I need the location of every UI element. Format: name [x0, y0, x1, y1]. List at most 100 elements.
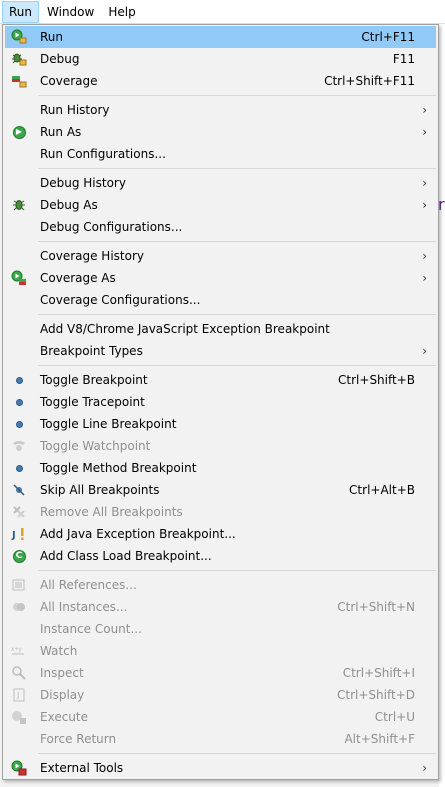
svg-text:x+y: x+y: [11, 646, 22, 653]
menu-item-external-tools[interactable]: External Tools ›: [3, 757, 438, 779]
menu-item-label: Debug: [40, 52, 80, 66]
menu-item-shortcut: Ctrl+F11: [361, 30, 415, 44]
remove-all-icon: [11, 504, 27, 520]
menu-item-add-v8-exception-breakpoint[interactable]: Add V8/Chrome JavaScript Exception Break…: [3, 318, 438, 340]
breakpoint-icon: [11, 372, 27, 388]
run-menu-dropdown: Run Ctrl+F11 Debug F11 Coverage Ctrl+Shi…: [2, 24, 439, 780]
menu-item-label: Execute: [40, 710, 88, 724]
menu-item-label: Toggle Breakpoint: [40, 373, 148, 387]
menu-item-label: Run: [40, 30, 64, 44]
menu-item-shortcut: Alt+Shift+F: [344, 732, 415, 746]
menu-item-label: Display: [40, 688, 85, 702]
menu-item-add-java-exception-breakpoint[interactable]: J Add Java Exception Breakpoint...: [3, 523, 438, 545]
menu-item-label: Instance Count...: [40, 622, 142, 636]
tracepoint-icon: [11, 394, 27, 410]
menu-item-toggle-method-breakpoint[interactable]: Toggle Method Breakpoint: [3, 457, 438, 479]
menu-item-label: Toggle Tracepoint: [40, 395, 145, 409]
menu-item-label: Force Return: [40, 732, 117, 746]
coverage-icon: [11, 73, 27, 89]
inspect-icon: [11, 665, 27, 681]
menu-item-label: Inspect: [40, 666, 84, 680]
execute-icon: [11, 709, 27, 725]
external-tools-icon: [11, 760, 27, 776]
menu-item-watch: x+y Watch: [3, 640, 438, 662]
menu-item-shortcut: Ctrl+U: [374, 710, 415, 724]
menu-item-toggle-line-breakpoint[interactable]: Toggle Line Breakpoint: [3, 413, 438, 435]
menu-item-label: Debug History: [40, 176, 126, 190]
menu-item-shortcut: Ctrl+Shift+F11: [324, 74, 415, 88]
menu-item-label: Remove All Breakpoints: [40, 505, 183, 519]
line-breakpoint-icon: [11, 416, 27, 432]
menu-separator: [3, 567, 438, 574]
menu-item-run-configurations[interactable]: Run Configurations...: [3, 143, 438, 165]
menu-item-label: External Tools: [40, 761, 124, 775]
menu-item-label: Watch: [40, 644, 78, 658]
menu-item-run-as[interactable]: ▶ Run As ›: [3, 121, 438, 143]
menu-item-toggle-breakpoint[interactable]: Toggle Breakpoint Ctrl+Shift+B: [3, 369, 438, 391]
skip-breakpoints-icon: [11, 482, 27, 498]
menu-item-display: J Display Ctrl+Shift+D: [3, 684, 438, 706]
menu-separator: [3, 92, 438, 99]
run-icon: [11, 29, 27, 45]
menu-item-label: Coverage Configurations...: [40, 293, 201, 307]
java-exception-icon: J: [11, 526, 27, 542]
menu-item-shortcut: Ctrl+Shift+N: [337, 600, 415, 614]
menu-item-label: Skip All Breakpoints: [40, 483, 160, 497]
submenu-arrow-icon: ›: [422, 761, 427, 775]
menu-item-label: Add Java Exception Breakpoint...: [40, 527, 236, 541]
submenu-arrow-icon: ›: [422, 344, 427, 358]
menu-item-toggle-watchpoint: Toggle Watchpoint: [3, 435, 438, 457]
menu-item-skip-all-breakpoints[interactable]: Skip All Breakpoints Ctrl+Alt+B: [3, 479, 438, 501]
menu-item-shortcut: Ctrl+Shift+D: [337, 688, 415, 702]
background-editor-strip: r: [438, 24, 445, 787]
menu-item-debug[interactable]: Debug F11: [3, 48, 438, 70]
menu-item-breakpoint-types[interactable]: Breakpoint Types ›: [3, 340, 438, 362]
menu-item-label: Coverage As: [40, 271, 116, 285]
submenu-arrow-icon: ›: [422, 198, 427, 212]
menu-item-coverage-history[interactable]: Coverage History ›: [3, 245, 438, 267]
menu-item-label: Toggle Watchpoint: [40, 439, 151, 453]
menu-item-run-history[interactable]: Run History ›: [3, 99, 438, 121]
menu-separator: [3, 165, 438, 172]
menu-item-coverage[interactable]: Coverage Ctrl+Shift+F11: [3, 70, 438, 92]
background-glyph: r: [438, 195, 445, 214]
menu-item-instance-count: Instance Count...: [3, 618, 438, 640]
menu-item-shortcut: Ctrl+Alt+B: [349, 483, 415, 497]
menu-item-debug-as[interactable]: Debug As ›: [3, 194, 438, 216]
submenu-arrow-icon: ›: [422, 125, 427, 139]
submenu-arrow-icon: ›: [422, 176, 427, 190]
menu-bar: Run Window Help: [0, 0, 445, 24]
menu-item-label: Coverage History: [40, 249, 144, 263]
menu-item-label: Run Configurations...: [40, 147, 166, 161]
menu-item-all-instances: All Instances... Ctrl+Shift+N: [3, 596, 438, 618]
menu-item-debug-history[interactable]: Debug History ›: [3, 172, 438, 194]
menu-item-toggle-tracepoint[interactable]: Toggle Tracepoint: [3, 391, 438, 413]
submenu-arrow-icon: ›: [422, 271, 427, 285]
menu-run[interactable]: Run: [2, 0, 40, 23]
menu-separator: [3, 238, 438, 245]
menu-help[interactable]: Help: [102, 1, 141, 23]
menu-item-add-class-load-breakpoint[interactable]: C Add Class Load Breakpoint...: [3, 545, 438, 567]
menu-item-execute: Execute Ctrl+U: [3, 706, 438, 728]
menu-item-label: Breakpoint Types: [40, 344, 143, 358]
menu-item-label: Add Class Load Breakpoint...: [40, 549, 212, 563]
run-as-icon: ▶: [11, 124, 27, 140]
menu-item-remove-all-breakpoints: Remove All Breakpoints: [3, 501, 438, 523]
class-load-icon: C: [11, 548, 27, 564]
menu-item-label: Add V8/Chrome JavaScript Exception Break…: [40, 322, 330, 336]
menu-item-debug-configurations[interactable]: Debug Configurations...: [3, 216, 438, 238]
menu-item-coverage-as[interactable]: Coverage As ›: [3, 267, 438, 289]
menu-item-force-return: Force Return Alt+Shift+F: [3, 728, 438, 750]
menu-separator: [3, 750, 438, 757]
submenu-arrow-icon: ›: [422, 249, 427, 263]
submenu-arrow-icon: ›: [422, 103, 427, 117]
menu-item-label: Coverage: [40, 74, 98, 88]
menu-separator: [3, 362, 438, 369]
watch-icon: x+y: [11, 643, 27, 659]
menu-item-run[interactable]: Run Ctrl+F11: [5, 26, 436, 48]
menu-separator: [3, 311, 438, 318]
debug-icon: [11, 51, 27, 67]
menu-item-coverage-configurations[interactable]: Coverage Configurations...: [3, 289, 438, 311]
menu-window[interactable]: Window: [41, 1, 100, 23]
all-instances-icon: [11, 599, 27, 615]
